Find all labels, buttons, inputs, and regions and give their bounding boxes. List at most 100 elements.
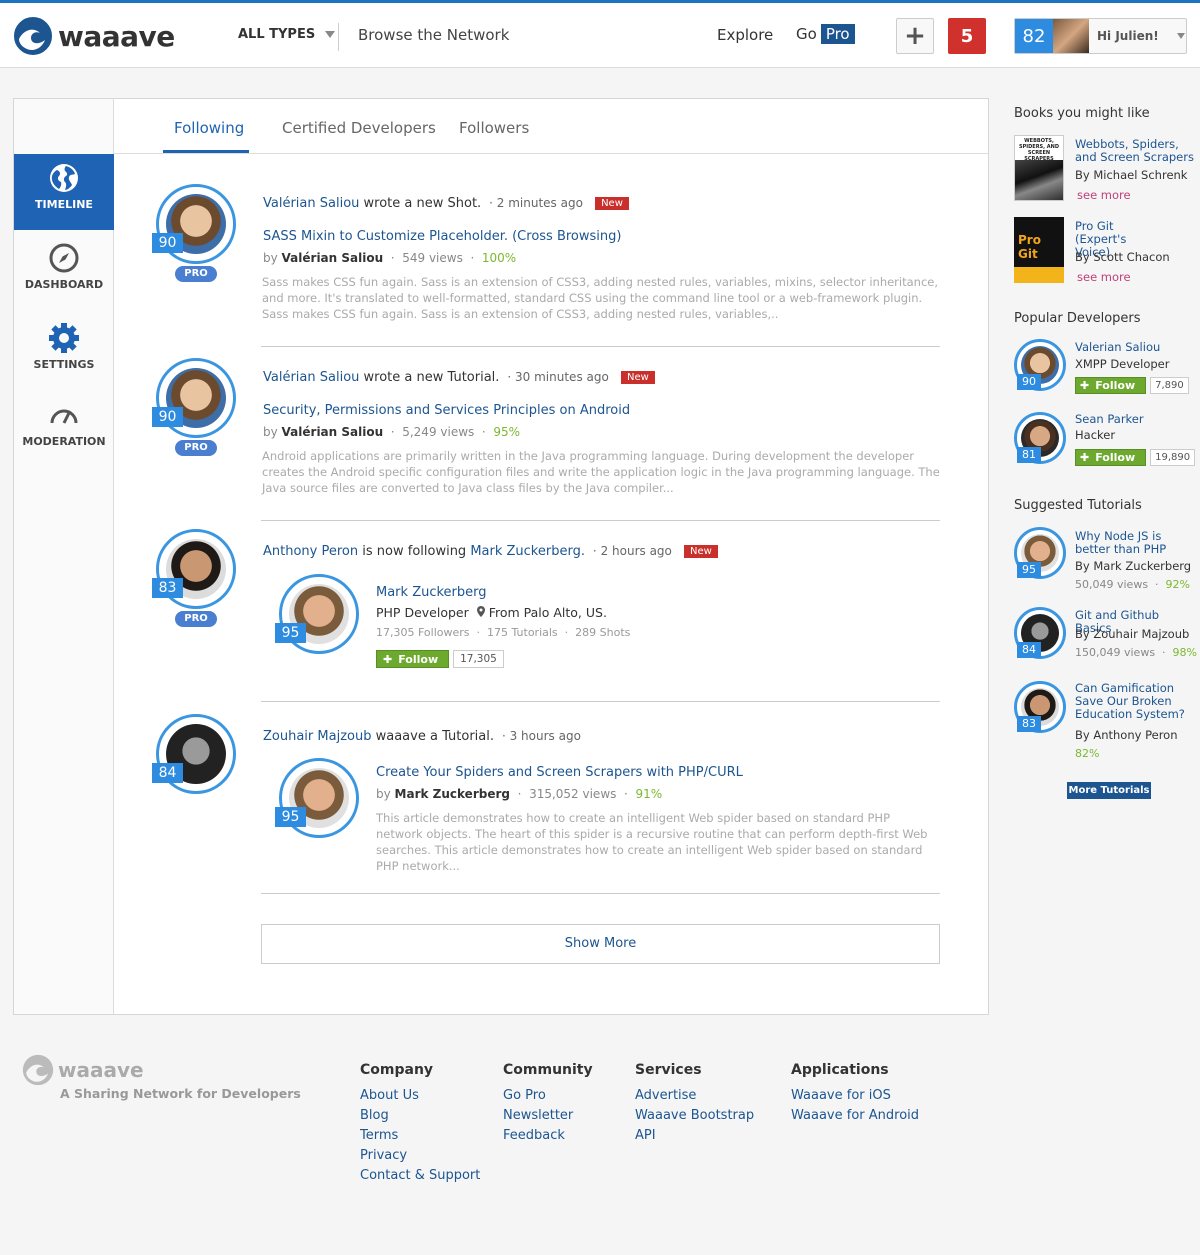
follow-button[interactable]: ✚ Follow: [1075, 377, 1147, 394]
tutorials-count: 175 Tutorials: [487, 626, 558, 639]
active-tab-indicator: [163, 150, 249, 153]
avatar[interactable]: 95: [275, 758, 359, 838]
avatar[interactable]: 84: [152, 714, 236, 794]
nav-dashboard[interactable]: DASHBOARD: [14, 234, 114, 310]
score-badge: 95: [275, 807, 306, 827]
avatar[interactable]: 84: [1014, 607, 1066, 659]
views-count: 150,049 views: [1075, 646, 1156, 659]
follow-count: 19,890: [1150, 449, 1196, 466]
nav-moderation[interactable]: MODERATION: [14, 391, 114, 467]
footer-link-api[interactable]: API: [635, 1128, 656, 1143]
footer-link-newsletter[interactable]: Newsletter: [503, 1108, 573, 1123]
avatar: [1053, 19, 1089, 53]
developer-name-link[interactable]: Sean Parker: [1075, 413, 1144, 426]
actor-link[interactable]: Zouhair Majzoub: [263, 729, 371, 744]
avatar[interactable]: 83: [152, 529, 236, 609]
notifications-button[interactable]: 5: [948, 18, 986, 54]
nav-settings-label: SETTINGS: [33, 358, 95, 371]
actor-link[interactable]: Anthony Peron: [263, 544, 358, 559]
go-label: Go: [796, 25, 817, 43]
target-link[interactable]: Mark Zuckerberg.: [470, 544, 585, 559]
footer-link-bootstrap[interactable]: Waaave Bootstrap: [635, 1108, 754, 1123]
footer-link-blog[interactable]: Blog: [360, 1108, 389, 1123]
actor-link[interactable]: Valérian Saliou: [263, 196, 359, 211]
footer-link-android[interactable]: Waaave for Android: [791, 1108, 919, 1123]
avatar[interactable]: 90: [152, 358, 236, 438]
score-badge: 95: [275, 623, 306, 643]
pro-badge: PRO: [175, 266, 217, 282]
follow-control: ✚ Follow 7,890: [1075, 377, 1189, 394]
follow-button[interactable]: ✚ Follow: [1075, 449, 1147, 466]
follow-count: 17,305: [453, 650, 504, 668]
all-types-dropdown[interactable]: ALL TYPES: [238, 27, 336, 42]
footer-link-go-pro[interactable]: Go Pro: [503, 1088, 546, 1103]
nav-timeline[interactable]: TIMELINE: [14, 154, 114, 230]
explore-link[interactable]: Explore: [717, 26, 773, 44]
pro-badge: PRO: [175, 611, 217, 627]
book-cover-stripe: [1014, 267, 1064, 283]
tab-following[interactable]: Following: [174, 119, 244, 137]
footer-logo[interactable]: waaave: [22, 1054, 144, 1086]
avatar[interactable]: 95: [1014, 527, 1066, 579]
actor-link[interactable]: Valérian Saliou: [263, 370, 359, 385]
followers-count: 17,305 Followers: [376, 626, 470, 639]
post-title-link[interactable]: SASS Mixin to Customize Placeholder. (Cr…: [263, 229, 621, 244]
feed-item-header: Valérian Saliou wrote a new Tutorial. · …: [263, 370, 655, 385]
post-title-link[interactable]: Security, Permissions and Services Princ…: [263, 403, 630, 418]
post-meta: by Valérian Saliou · 5,249 views · 95%: [263, 425, 521, 439]
book-cover[interactable]: WEBBOTS, SPIDERS, AND SCREEN SCRAPERS: [1014, 135, 1064, 201]
plus-icon: ✚: [383, 652, 393, 666]
compass-icon: [49, 243, 79, 273]
feed-tabs: Following Certified Developers Followers: [114, 99, 989, 154]
nav-settings[interactable]: SETTINGS: [14, 314, 114, 390]
avatar[interactable]: 83: [1014, 681, 1066, 733]
tutorial-title-link[interactable]: Can Gamification Save Our Broken Educati…: [1075, 682, 1187, 721]
logo[interactable]: waaave: [14, 17, 175, 55]
popular-developers-heading: Popular Developers: [1014, 311, 1141, 326]
see-more-link[interactable]: see more: [1077, 270, 1131, 284]
follow-button[interactable]: ✚ Follow: [376, 650, 450, 668]
add-button[interactable]: +: [896, 18, 934, 54]
avatar[interactable]: 90: [152, 184, 236, 264]
suggested-tutorials-heading: Suggested Tutorials: [1014, 498, 1142, 513]
footer-link-terms[interactable]: Terms: [360, 1128, 398, 1143]
footer-link-contact[interactable]: Contact & Support: [360, 1168, 480, 1183]
tutorial-title-link[interactable]: Why Node JS is better than PHP: [1075, 530, 1197, 556]
developer-name-link[interactable]: Valerian Saliou: [1075, 341, 1160, 354]
tab-certified-developers[interactable]: Certified Developers: [282, 119, 436, 137]
footer-link-ios[interactable]: Waaave for iOS: [791, 1088, 891, 1103]
show-more-button[interactable]: Show More: [261, 924, 940, 964]
author-name[interactable]: Mark Zuckerberg: [395, 787, 510, 801]
tab-followers[interactable]: Followers: [459, 119, 529, 137]
avatar[interactable]: 90: [1014, 339, 1066, 391]
footer-link-privacy[interactable]: Privacy: [360, 1148, 407, 1163]
feed-item-header: Zouhair Majzoub waaave a Tutorial. · 3 h…: [263, 729, 581, 744]
score-badge: 81: [1017, 447, 1041, 463]
more-tutorials-button[interactable]: More Tutorials: [1067, 782, 1151, 799]
pro-label: Pro: [820, 24, 855, 44]
footer-link-about[interactable]: About Us: [360, 1088, 419, 1103]
avatar[interactable]: 95: [275, 574, 359, 654]
globe-icon: [50, 164, 78, 192]
plus-icon: ✚: [1080, 451, 1090, 464]
plus-icon: +: [904, 21, 926, 51]
user-menu[interactable]: 82 Hi Julien!: [1014, 18, 1187, 54]
views-count: 5,249 views: [402, 425, 475, 439]
avatar[interactable]: 81: [1014, 412, 1066, 464]
follow-label: Follow: [1095, 451, 1136, 464]
views-count: 315,052 views: [529, 787, 617, 801]
footer-link-feedback[interactable]: Feedback: [503, 1128, 565, 1143]
rating-percent: 100%: [481, 251, 517, 265]
see-more-link[interactable]: see more: [1077, 188, 1131, 202]
author-name[interactable]: Valérian Saliou: [282, 251, 384, 265]
footer-link-advertise[interactable]: Advertise: [635, 1088, 696, 1103]
author-name[interactable]: Valérian Saliou: [282, 425, 384, 439]
browse-network-link[interactable]: Browse the Network: [358, 26, 509, 44]
go-pro-link[interactable]: Go Pro: [796, 24, 855, 44]
score-badge: 90: [152, 407, 183, 427]
book-cover[interactable]: Pro Git: [1014, 217, 1064, 283]
user-name-link[interactable]: Mark Zuckerberg: [376, 585, 487, 600]
post-title-link[interactable]: Create Your Spiders and Screen Scrapers …: [376, 765, 743, 780]
timestamp: 2 minutes ago: [496, 196, 583, 210]
book-title-link[interactable]: Webbots, Spiders, and Screen Scrapers: [1075, 138, 1195, 164]
